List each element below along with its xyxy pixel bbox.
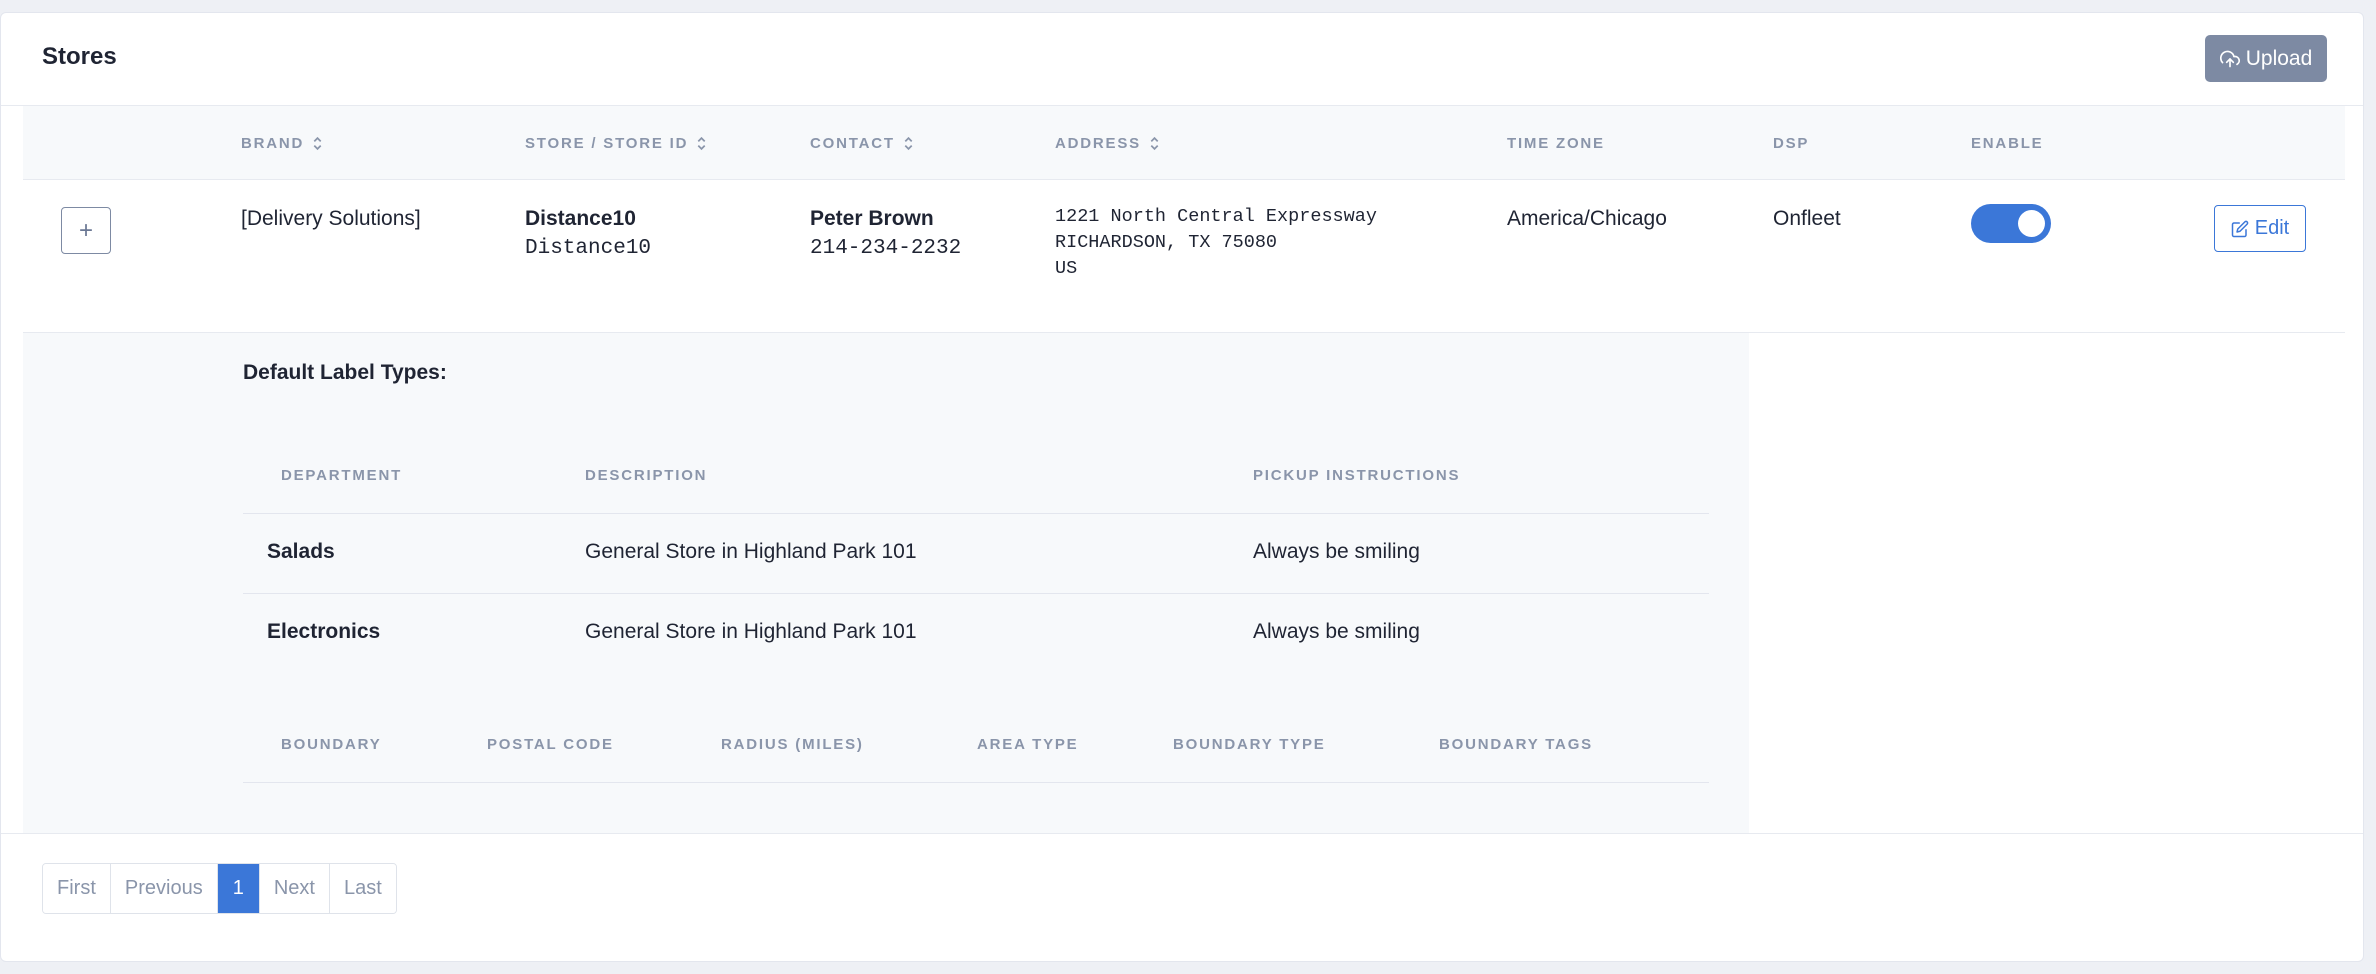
sort-icon xyxy=(1149,136,1160,151)
label-description: General Store in Highland Park 101 xyxy=(585,540,917,563)
boundary-header-area-type: AREA TYPE xyxy=(977,736,1079,753)
edit-button[interactable]: Edit xyxy=(2214,205,2306,252)
column-label: DSP xyxy=(1773,134,1810,152)
column-header-store[interactable]: STORE / STORE ID xyxy=(525,106,707,180)
divider xyxy=(243,513,1709,514)
column-label: CONTACT xyxy=(810,134,895,152)
column-label: TIME ZONE xyxy=(1507,134,1605,152)
detail-title: Default Label Types: xyxy=(243,361,447,384)
label-pickup: Always be smiling xyxy=(1253,620,1420,643)
page-current[interactable]: 1 xyxy=(217,864,260,913)
store-detail-panel: Default Label Types: DEPARTMENT DESCRIPT… xyxy=(23,333,1749,833)
address-line-1: 1221 North Central Expressway xyxy=(1055,206,1377,227)
column-header-address[interactable]: ADDRESS xyxy=(1055,106,1160,180)
column-label: ADDRESS xyxy=(1055,134,1141,152)
label-department: Salads xyxy=(267,540,335,563)
boundary-header-boundary: BOUNDARY xyxy=(281,736,382,753)
enable-toggle[interactable] xyxy=(1971,204,2051,243)
label-pickup: Always be smiling xyxy=(1253,540,1420,563)
store-id: Distance10 xyxy=(525,237,652,260)
address-line-3: US xyxy=(1055,258,1078,279)
stores-card: Stores Upload BRAND STORE / STORE ID CON… xyxy=(0,12,2364,962)
label-department: Electronics xyxy=(267,620,381,643)
address-line-2: RICHARDSON, TX 75080 xyxy=(1055,232,1278,253)
label-header-description: DESCRIPTION xyxy=(585,467,708,484)
column-header-time-zone: TIME ZONE xyxy=(1507,106,1605,180)
divider xyxy=(1,833,2363,834)
column-label: ENABLE xyxy=(1971,134,2044,152)
store-name: Distance10 xyxy=(525,207,636,230)
table-header: BRAND STORE / STORE ID CONTACT ADDRESS T… xyxy=(23,106,2345,180)
sort-icon xyxy=(903,136,914,151)
boundary-header-boundary-type: BOUNDARY TYPE xyxy=(1173,736,1326,753)
page-next[interactable]: Next xyxy=(259,864,330,913)
brand-cell: [Delivery Solutions] xyxy=(241,207,421,230)
page-title: Stores xyxy=(42,43,117,70)
dsp-cell: Onfleet xyxy=(1773,207,1841,230)
stores-table: BRAND STORE / STORE ID CONTACT ADDRESS T… xyxy=(23,106,2345,333)
column-header-dsp: DSP xyxy=(1773,106,1809,180)
pagination: First Previous 1 Next Last xyxy=(42,863,397,914)
table-row: + [Delivery Solutions] Distance10 Distan… xyxy=(23,180,2345,333)
upload-label: Upload xyxy=(2245,46,2313,70)
toggle-knob xyxy=(2018,210,2045,237)
label-header-pickup: PICKUP INSTRUCTIONS xyxy=(1253,467,1461,484)
boundary-header-radius: RADIUS (MILES) xyxy=(721,736,864,753)
time-zone-cell: America/Chicago xyxy=(1507,207,1667,230)
divider xyxy=(243,593,1709,594)
page-first[interactable]: First xyxy=(43,864,111,913)
column-label: BRAND xyxy=(241,134,305,152)
contact-phone: 214-234-2232 xyxy=(810,237,962,260)
column-label: STORE / STORE ID xyxy=(525,134,689,152)
sort-icon xyxy=(696,136,707,151)
boundary-header-boundary-tags: BOUNDARY TAGS xyxy=(1439,736,1593,753)
edit-label: Edit xyxy=(2254,217,2290,239)
contact-name: Peter Brown xyxy=(810,207,934,230)
upload-button[interactable]: Upload xyxy=(2205,35,2327,82)
sort-icon xyxy=(312,136,323,151)
column-header-enable: ENABLE xyxy=(1971,106,2043,180)
boundary-header-postal-code: POSTAL CODE xyxy=(487,736,614,753)
edit-icon xyxy=(2231,220,2249,238)
column-header-brand[interactable]: BRAND xyxy=(241,106,323,180)
label-description: General Store in Highland Park 101 xyxy=(585,620,917,643)
card-header: Stores Upload xyxy=(1,13,2363,106)
cloud-upload-icon xyxy=(2219,49,2240,69)
column-header-contact[interactable]: CONTACT xyxy=(810,106,914,180)
page-previous[interactable]: Previous xyxy=(110,864,218,913)
expand-row-button[interactable]: + xyxy=(61,207,111,254)
page-last[interactable]: Last xyxy=(329,864,396,913)
divider xyxy=(243,782,1709,783)
label-header-department: DEPARTMENT xyxy=(281,467,403,484)
